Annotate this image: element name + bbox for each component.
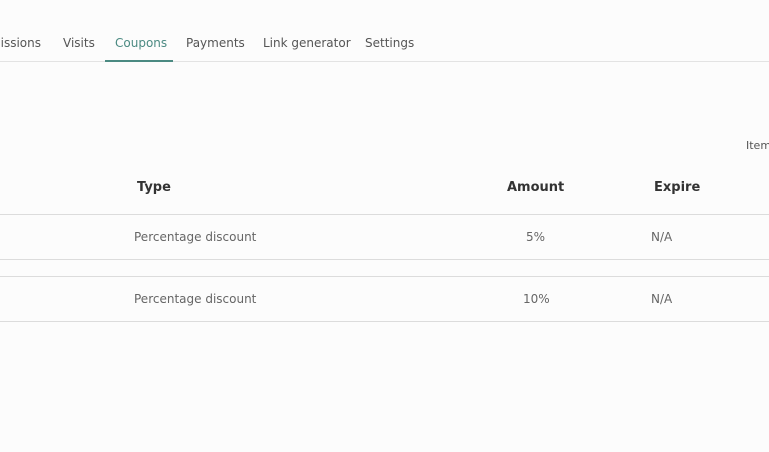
tab-settings[interactable]: Settings (365, 36, 414, 50)
column-header-expire[interactable]: Expire (654, 180, 700, 195)
column-header-type[interactable]: Type (137, 180, 171, 195)
table-row[interactable]: Percentage discount 10% N/A (0, 277, 769, 321)
tab-payments[interactable]: Payments (186, 36, 245, 50)
cell-expire: N/A (651, 230, 673, 244)
cell-type: Percentage discount (134, 230, 257, 244)
tab-coupons[interactable]: Coupons (115, 36, 167, 50)
cell-expire: N/A (651, 292, 673, 306)
cell-amount: 10% (523, 292, 550, 306)
cell-type: Percentage discount (134, 292, 257, 306)
row-divider (0, 259, 769, 260)
table-row[interactable]: Percentage discount 5% N/A (0, 215, 769, 259)
items-count-label: Item (746, 139, 769, 152)
tab-bar: nissions Visits Coupons Payments Link ge… (0, 0, 769, 62)
row-divider (0, 321, 769, 322)
tab-commissions[interactable]: nissions (0, 36, 41, 50)
tab-visits[interactable]: Visits (63, 36, 95, 50)
column-header-amount[interactable]: Amount (507, 180, 564, 195)
tab-link-generator[interactable]: Link generator (263, 36, 351, 50)
active-tab-indicator (105, 60, 173, 62)
cell-amount: 5% (526, 230, 546, 244)
page: nissions Visits Coupons Payments Link ge… (0, 0, 769, 452)
